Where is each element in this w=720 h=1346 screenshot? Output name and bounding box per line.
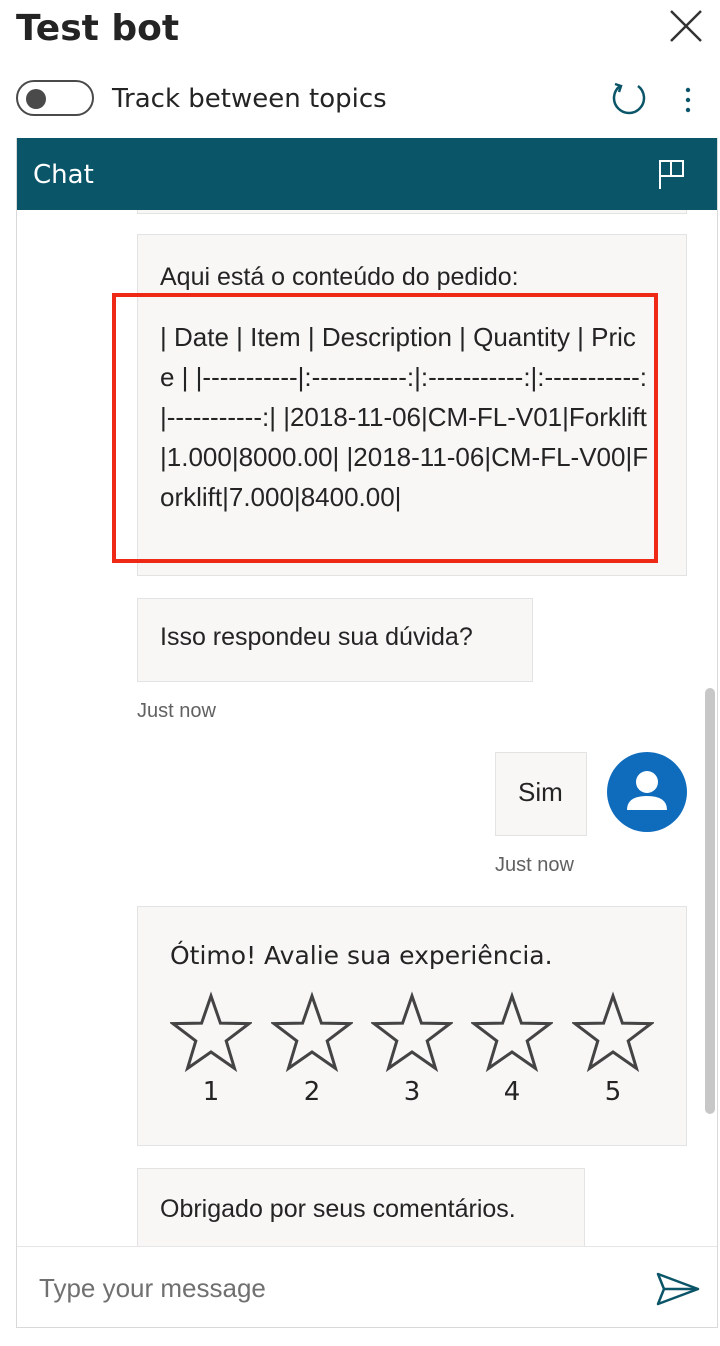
question-bubble: Isso respondeu sua dúvida?	[137, 598, 533, 682]
star-label: 5	[604, 1077, 622, 1107]
thanks-bubble: Obrigado por seus comentários.	[137, 1168, 585, 1246]
order-content-bubble: Aqui está o conteúdo do pedido: | Date |…	[137, 234, 687, 576]
chat-title: Chat	[33, 160, 94, 190]
track-topics-label: Track between topics	[112, 84, 387, 114]
thanks-text: Obrigado por seus comentários.	[160, 1195, 516, 1223]
star-label: 1	[202, 1077, 220, 1107]
star-icon[interactable]	[271, 991, 353, 1073]
avatar	[607, 752, 687, 832]
flag-icon[interactable]	[657, 158, 687, 190]
toggle-knob	[26, 89, 46, 109]
send-icon[interactable]	[655, 1271, 701, 1307]
order-table-text: | Date | Item | Description | Quantity |…	[160, 322, 649, 512]
person-icon	[627, 771, 667, 810]
message-input[interactable]	[37, 1265, 641, 1311]
close-icon[interactable]	[668, 8, 704, 44]
message-input-bar	[17, 1246, 717, 1327]
order-intro-text: Aqui está o conteúdo do pedido:	[160, 263, 519, 291]
star-icon[interactable]	[371, 991, 453, 1073]
star-label: 4	[503, 1077, 521, 1107]
scrollbar-thumb[interactable]	[705, 688, 715, 1114]
bot-timestamp: Just now	[137, 700, 216, 722]
user-message-text: Sim	[518, 777, 563, 807]
track-topics-toggle[interactable]	[16, 80, 94, 116]
star-icon[interactable]	[170, 991, 252, 1073]
chat-header: Chat	[17, 138, 717, 210]
rating-card: Ótimo! Avalie sua experiência. 1 2 3 4 5	[137, 906, 687, 1146]
star-label: 3	[403, 1077, 421, 1107]
user-message-bubble: Sim	[495, 752, 587, 836]
previous-message-bubble	[137, 210, 687, 214]
message-list[interactable]: Aqui está o conteúdo do pedido: | Date |…	[17, 210, 717, 1246]
star-icon[interactable]	[471, 991, 553, 1073]
chat-panel: Chat Aqui está o conteúdo do pedido: | D…	[16, 138, 718, 1328]
more-vertical-icon[interactable]	[676, 84, 700, 116]
rating-prompt: Ótimo! Avalie sua experiência.	[170, 941, 553, 970]
star-label: 2	[303, 1077, 321, 1107]
question-text: Isso respondeu sua dúvida?	[160, 623, 473, 651]
star-icon[interactable]	[572, 991, 654, 1073]
refresh-icon[interactable]	[610, 80, 648, 118]
user-timestamp: Just now	[495, 854, 574, 876]
page-title: Test bot	[16, 8, 180, 49]
